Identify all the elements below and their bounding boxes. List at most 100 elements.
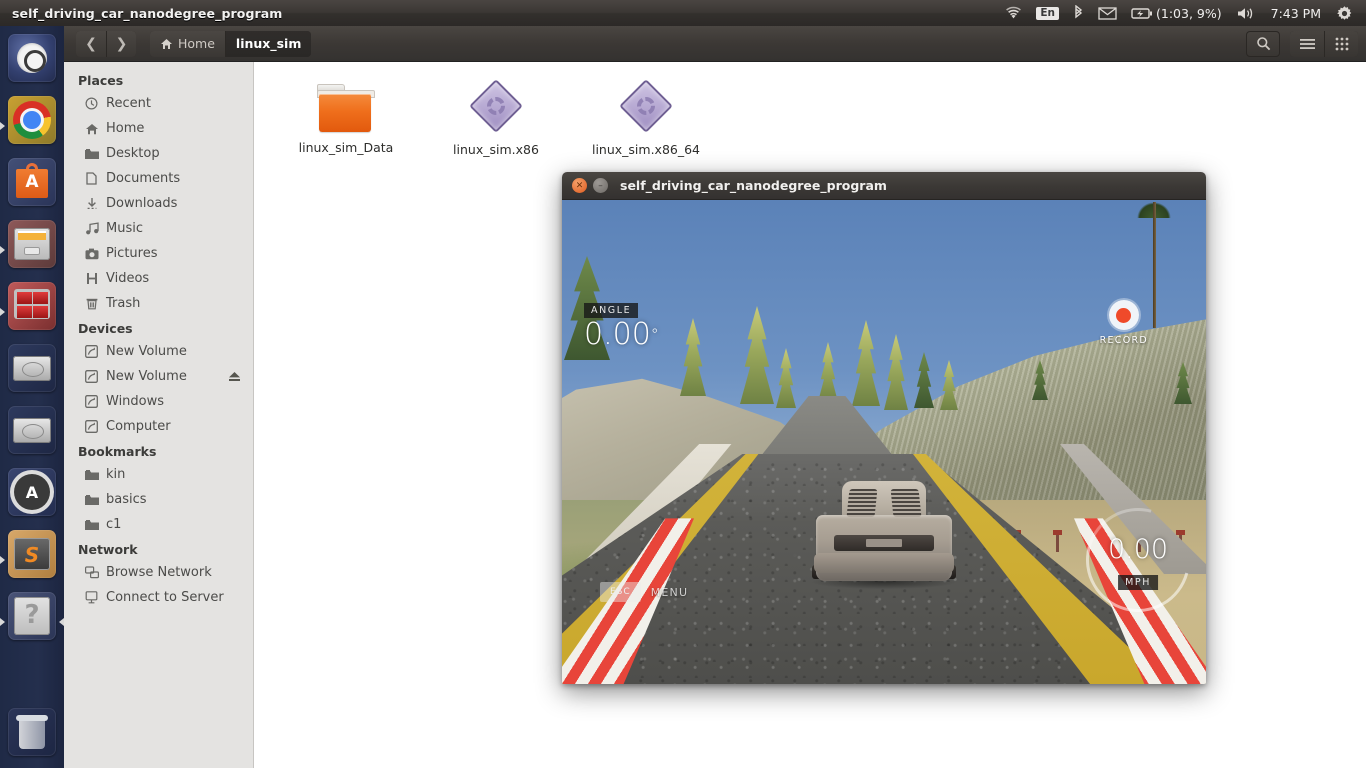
- sidebar-group-title-network: Network: [78, 542, 138, 557]
- search-icon[interactable]: [1246, 30, 1280, 57]
- clock-label[interactable]: 7:43 PM: [1263, 0, 1329, 26]
- sidebar-item-computer[interactable]: Computer: [64, 414, 253, 439]
- sidebar-group-title-places: Places: [78, 73, 124, 88]
- wifi-icon[interactable]: [998, 0, 1029, 26]
- launcher-item-ubuntu-dash[interactable]: [0, 34, 64, 89]
- breadcrumb: Home linux_sim: [150, 30, 312, 57]
- folder-icon: [315, 84, 377, 134]
- sidebar-item-label: Desktop: [106, 146, 160, 161]
- system-tray: En (1:03, 9%) 7:43 PM: [998, 0, 1366, 26]
- launcher-item-sublime-text[interactable]: S: [0, 530, 64, 585]
- breadcrumb-item-home[interactable]: Home: [150, 30, 225, 57]
- folder-icon: [84, 517, 99, 532]
- simulator-viewport[interactable]: ANGLE 0.00° RECORD 0.00 MPH ESC MENU: [562, 200, 1206, 684]
- keyboard-layout-indicator[interactable]: En: [1029, 0, 1066, 26]
- grid-view-icon[interactable]: [1324, 30, 1358, 57]
- sidebar-item-windows[interactable]: Windows: [64, 389, 253, 414]
- launcher-item-google-chrome[interactable]: [0, 96, 64, 151]
- sidebar-item-downloads[interactable]: Downloads: [64, 191, 253, 216]
- list-view-icon[interactable]: [1290, 30, 1324, 57]
- header-tools: [1246, 30, 1358, 57]
- file-item-linux-sim-x86-64[interactable]: linux_sim.x86_64: [578, 79, 714, 157]
- minimize-icon[interactable]: –: [593, 178, 608, 193]
- file-item-linux-sim-x86[interactable]: linux_sim.x86: [428, 79, 564, 157]
- sidebar-item-browse-network[interactable]: Browse Network: [64, 560, 253, 585]
- hud-speed-label: MPH: [1118, 575, 1158, 590]
- sidebar-item-trash[interactable]: Trash: [64, 291, 253, 316]
- trash-icon: [8, 708, 56, 756]
- panel-window-title: self_driving_car_nanodegree_program: [12, 5, 283, 21]
- hud-angle: ANGLE 0.00°: [584, 298, 659, 350]
- file-item-linux-sim-data[interactable]: linux_sim_Data: [278, 84, 414, 157]
- volume-icon[interactable]: [1229, 0, 1263, 26]
- sidebar-item-new-volume-1[interactable]: New Volume: [64, 339, 253, 364]
- executable-icon: [465, 79, 527, 136]
- drive-icon: [84, 369, 99, 384]
- bluetooth-icon[interactable]: [1066, 0, 1091, 26]
- sidebar-item-pictures[interactable]: Pictures: [64, 241, 253, 266]
- sidebar-item-connect-to-server[interactable]: Connect to Server: [64, 585, 253, 610]
- launcher-item-ubuntu-software[interactable]: A: [0, 158, 64, 213]
- launcher-item-files[interactable]: [0, 220, 64, 275]
- software-center-icon: A: [8, 158, 56, 206]
- sidebar-item-videos[interactable]: Videos: [64, 266, 253, 291]
- launcher-item-vlc-media-player[interactable]: [0, 282, 64, 337]
- sidebar-item-c1[interactable]: c1: [64, 512, 253, 537]
- simulator-titlebar[interactable]: ✕ – self_driving_car_nanodegree_program: [562, 172, 1206, 200]
- tree: [740, 276, 774, 404]
- hud-angle-label: ANGLE: [584, 303, 639, 318]
- sidebar-item-new-volume-2[interactable]: New Volume: [64, 364, 253, 389]
- tree: [1032, 348, 1048, 400]
- mail-icon[interactable]: [1091, 0, 1124, 26]
- sidebar-item-documents[interactable]: Documents: [64, 166, 253, 191]
- software-updater-icon: A: [8, 468, 56, 516]
- record-dot-icon: [1108, 300, 1139, 330]
- launcher-item-disk-volume-2[interactable]: [0, 406, 64, 461]
- sidebar-item-basics[interactable]: basics: [64, 487, 253, 512]
- sidebar-item-label: c1: [106, 517, 122, 532]
- esc-key-button[interactable]: ESC: [600, 582, 641, 602]
- chevron-left-icon[interactable]: ❮: [76, 30, 106, 57]
- sidebar-item-desktop[interactable]: Desktop: [64, 141, 253, 166]
- file-manager-header: ❮ ❯ Home linux_sim: [64, 26, 1366, 62]
- running-pip-right: [59, 618, 64, 626]
- hud-angle-value-row: 0.00°: [584, 320, 659, 350]
- battery-icon[interactable]: (1:03, 9%): [1124, 0, 1229, 26]
- trash-icon: [84, 296, 99, 311]
- sidebar-item-label: kin: [106, 467, 126, 482]
- sidebar-item-label: Music: [106, 221, 143, 236]
- sidebar-item-label: Windows: [106, 394, 165, 409]
- menu-label: MENU: [650, 585, 689, 599]
- launcher-item-software-updater[interactable]: A: [0, 468, 64, 523]
- launcher-item-help[interactable]: ?: [0, 592, 64, 647]
- breadcrumb-item-linux-sim[interactable]: linux_sim: [224, 30, 312, 57]
- sidebar-item-label: Downloads: [106, 196, 178, 211]
- sidebar-item-label: Pictures: [106, 246, 158, 261]
- launcher-item-trash[interactable]: [0, 701, 64, 756]
- launcher-item-disk-volume-1[interactable]: [0, 344, 64, 399]
- sidebar-item-label: New Volume: [106, 369, 187, 384]
- running-pip-left: [0, 618, 5, 626]
- close-icon[interactable]: ✕: [572, 178, 587, 193]
- eject-icon[interactable]: [228, 371, 241, 382]
- sidebar-item-home[interactable]: Home: [64, 116, 253, 141]
- ego-vehicle: [808, 479, 960, 597]
- sidebar-item-label: basics: [106, 492, 147, 507]
- record-button[interactable]: RECORD: [1100, 300, 1148, 346]
- menu-hint[interactable]: ESC MENU: [600, 582, 688, 602]
- tree: [818, 320, 838, 402]
- chevron-right-icon[interactable]: ❯: [106, 30, 136, 57]
- sidebar-item-recent[interactable]: Recent: [64, 91, 253, 116]
- chrome-icon: [8, 96, 56, 144]
- sidebar-item-kin[interactable]: kin: [64, 462, 253, 487]
- gear-session-icon[interactable]: [1329, 0, 1360, 26]
- help-icon: ?: [8, 592, 56, 640]
- sidebar-item-label: Computer: [106, 419, 171, 434]
- sidebar-item-music[interactable]: Music: [64, 216, 253, 241]
- top-panel: self_driving_car_nanodegree_program En (…: [0, 0, 1366, 26]
- camera-icon: [84, 246, 99, 261]
- file-grid: linux_sim_Data linux_sim.x86 linux_sim.x…: [278, 79, 1366, 157]
- clock-icon: [84, 96, 99, 111]
- desktop-folder-icon: [84, 146, 99, 161]
- folder-icon: [84, 467, 99, 482]
